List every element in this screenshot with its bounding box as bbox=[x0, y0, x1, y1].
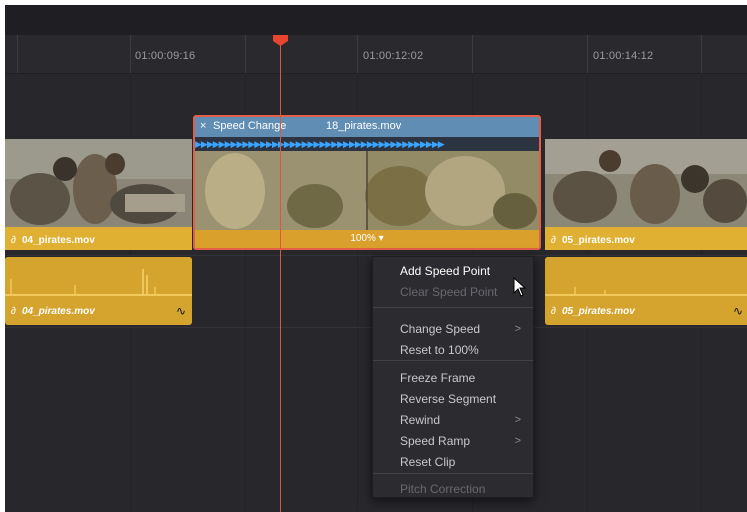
speed-percent-dropdown[interactable]: 100% ▾ bbox=[195, 230, 539, 248]
ruler-tick bbox=[587, 35, 588, 73]
menu-item-reset-to-100[interactable]: Reset to 100% bbox=[373, 340, 533, 360]
speed-change-label: Speed Change bbox=[213, 120, 287, 132]
ruler-tick bbox=[701, 35, 702, 73]
ruler-tick bbox=[130, 35, 131, 73]
timecode-label: 01:00:09:16 bbox=[135, 50, 196, 62]
close-icon[interactable]: × bbox=[200, 120, 206, 132]
menu-item-clear-speed-point: Clear Speed Point bbox=[400, 285, 498, 299]
ruler-tick bbox=[472, 35, 473, 73]
context-menu: Add Speed Point Clear Speed Point Change S… bbox=[372, 256, 534, 498]
menu-item-speed-ramp[interactable]: Speed Ramp > bbox=[373, 431, 533, 451]
audio-clip-04-pirates[interactable]: ∂ 04_pirates.mov ∿ bbox=[5, 257, 192, 325]
speed-frame-markers: ▶▶▶▶▶▶▶▶▶▶▶▶▶▶▶▶▶▶▶▶▶▶▶▶▶▶▶▶▶▶▶▶▶▶▶▶▶▶▶▶… bbox=[195, 137, 539, 151]
menu-item-add-speed-point[interactable]: Add Speed Point bbox=[373, 261, 533, 281]
clip-label: ∂ 04_pirates.mov bbox=[11, 306, 95, 317]
mouse-cursor-icon bbox=[513, 277, 527, 297]
ruler-tick bbox=[245, 35, 246, 73]
clip-filename: 18_pirates.mov bbox=[326, 120, 402, 132]
clip-label: ∂ 05_pirates.mov bbox=[551, 306, 635, 317]
ruler-tick bbox=[17, 35, 18, 73]
menu-item-rewind[interactable]: Rewind > bbox=[373, 410, 533, 430]
submenu-chevron-icon: > bbox=[514, 323, 521, 335]
clip-thumbnail bbox=[545, 139, 747, 227]
link-icon: ∂ bbox=[11, 235, 16, 246]
menu-item-pitch-correction: Pitch Correction bbox=[400, 482, 486, 496]
clip-thumbnail bbox=[5, 139, 192, 227]
ruler-tick bbox=[357, 35, 358, 73]
menu-item-reverse-segment[interactable]: Reverse Segment bbox=[373, 389, 533, 409]
speed-change-header[interactable]: × Speed Change 18_pirates.mov bbox=[195, 117, 539, 137]
audio-waveform bbox=[545, 257, 747, 299]
fade-curve-icon[interactable]: ∿ bbox=[176, 304, 186, 318]
link-icon: ∂ bbox=[551, 235, 556, 246]
timeline-toolbar bbox=[5, 5, 747, 35]
menu-item-reset-clip[interactable]: Reset Clip bbox=[373, 452, 533, 472]
link-icon: ∂ bbox=[551, 306, 556, 317]
menu-item-change-speed[interactable]: Change Speed > bbox=[373, 319, 533, 339]
audio-waveform bbox=[5, 257, 192, 299]
menu-separator bbox=[373, 473, 533, 474]
clip-thumbnail bbox=[195, 151, 539, 230]
timeline-window: 01:00:09:16 01:00:12:02 01:00:14:12 ∂ 04_… bbox=[5, 5, 747, 512]
menu-item-freeze-frame[interactable]: Freeze Frame bbox=[373, 368, 533, 388]
audio-clip-05-pirates[interactable]: ∂ 05_pirates.mov ∿ bbox=[545, 257, 747, 325]
submenu-chevron-icon: > bbox=[514, 435, 521, 447]
clip-label: ∂ 05_pirates.mov bbox=[551, 235, 635, 246]
link-icon: ∂ bbox=[11, 306, 16, 317]
menu-separator bbox=[373, 307, 533, 308]
video-clip-04-pirates[interactable]: ∂ 04_pirates.mov bbox=[5, 139, 192, 250]
timecode-ruler[interactable]: 01:00:09:16 01:00:12:02 01:00:14:12 bbox=[5, 35, 747, 74]
selected-clip-18-pirates[interactable]: × Speed Change 18_pirates.mov ▶▶▶▶▶▶▶▶▶▶… bbox=[193, 115, 541, 250]
video-clip-05-pirates[interactable]: ∂ 05_pirates.mov bbox=[545, 139, 747, 250]
submenu-chevron-icon: > bbox=[514, 414, 521, 426]
menu-separator bbox=[373, 360, 533, 361]
timecode-label: 01:00:12:02 bbox=[363, 50, 424, 62]
timecode-label: 01:00:14:12 bbox=[593, 50, 654, 62]
fade-curve-icon[interactable]: ∿ bbox=[733, 304, 743, 318]
playhead-line[interactable] bbox=[280, 45, 281, 512]
clip-label: ∂ 04_pirates.mov bbox=[11, 235, 95, 246]
